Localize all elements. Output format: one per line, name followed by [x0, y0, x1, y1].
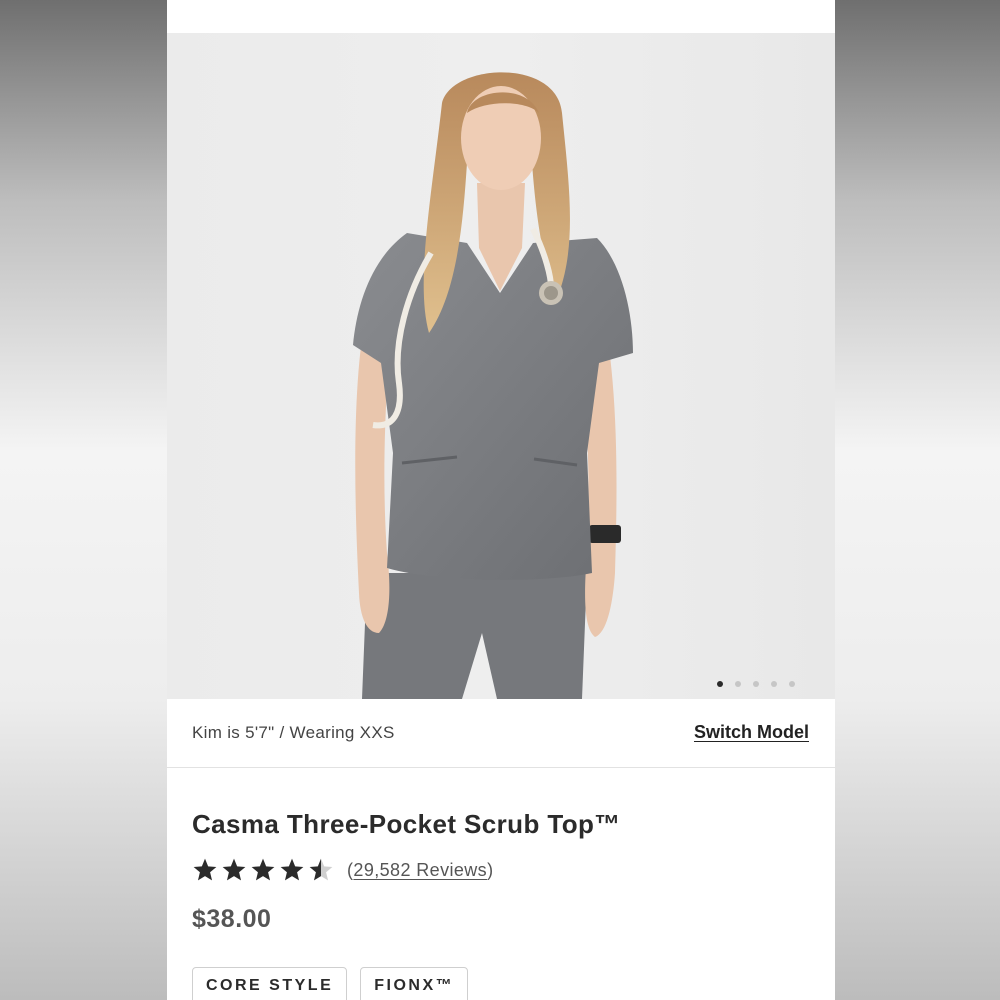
carousel-dot-3[interactable] [753, 681, 759, 687]
model-info-bar: Kim is 5'7" / Wearing XXS Switch Model [167, 699, 835, 768]
model-size-info: Kim is 5'7" / Wearing XXS [192, 723, 395, 742]
top-bar [167, 0, 835, 33]
carousel-dot-5[interactable] [789, 681, 795, 687]
product-rating: ( 29,582 Reviews ) [192, 857, 494, 883]
product-tags: CORE STYLE FIONX™ [192, 967, 469, 1000]
product-title: Casma Three-Pocket Scrub Top™ [192, 809, 621, 839]
star-rating [192, 857, 334, 883]
product-price: $38.00 [192, 905, 272, 933]
star-icon [251, 858, 275, 881]
carousel-dot-1[interactable] [717, 681, 723, 687]
star-icon [222, 858, 246, 881]
model-photo-illustration [353, 72, 633, 699]
product-image[interactable] [167, 33, 835, 699]
tag-core-style[interactable]: CORE STYLE [192, 967, 348, 1000]
reviews-link[interactable]: ( 29,582 Reviews ) [347, 860, 494, 881]
carousel-dot-4[interactable] [771, 681, 777, 687]
star-icon [309, 858, 333, 881]
star-icon [193, 858, 217, 881]
product-page: Kim is 5'7" / Wearing XXS Switch Model C… [167, 0, 835, 1000]
reviews-paren-close: ) [487, 859, 494, 880]
star-icon [280, 858, 304, 881]
tag-fionx[interactable]: FIONX™ [360, 967, 469, 1000]
carousel-dot-2[interactable] [735, 681, 741, 687]
reviews-count: 29,582 Reviews [353, 859, 488, 880]
carousel-dots [717, 681, 795, 687]
switch-model-link[interactable]: Switch Model [694, 722, 809, 743]
